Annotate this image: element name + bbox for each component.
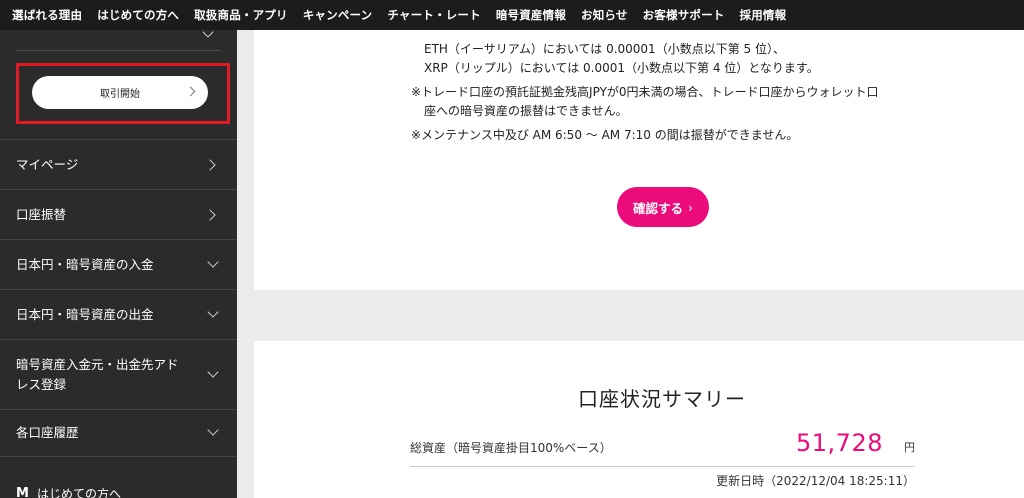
sidebar-item-history[interactable]: 各口座履歴 (0, 409, 237, 457)
sidebar-menu: マイページ 口座振替 日本円・暗号資産の入金 日本円・暗号資産の出金 暗号資産入… (0, 139, 237, 457)
sidebar-item-label: 日本円・暗号資産の入金 (16, 256, 154, 272)
xrp-note: XRP（リップル）においては 0.0001（小数点以下第 4 位）となります。 (424, 61, 819, 75)
sidebar-item-label: 暗号資産入金元・出金先アドレス登録 (16, 356, 179, 392)
divider (16, 50, 221, 51)
nav-item-reasons[interactable]: 選ばれる理由 (12, 7, 82, 23)
total-assets-label: 総資産（暗号資産掛目100%ベース） (410, 441, 612, 455)
chevron-right-icon (204, 208, 216, 221)
transfer-notes-panel: ETH（イーサリアム）においては 0.00001（小数点以下第 5 位）、 XR… (254, 30, 1024, 290)
trade-account-note-cont: 座への暗号資産の振替はできません。 (424, 104, 628, 118)
sidebar-item-mypage[interactable]: マイページ (0, 139, 237, 189)
trade-account-note: ※トレード口座の預託証拠金残高JPYが0円未満の場合、トレード口座からウォレット… (411, 85, 879, 99)
notes-block: ETH（イーサリアム）においては 0.00001（小数点以下第 5 位）、 XR… (411, 40, 951, 145)
total-assets-value: 51,728 (796, 429, 883, 457)
sidebar-item-withdrawal[interactable]: 日本円・暗号資産の出金 (0, 289, 237, 339)
sidebar-item-account-transfer[interactable]: 口座振替 (0, 189, 237, 239)
maintenance-note: ※メンテナンス中及び AM 6:50 〜 AM 7:10 の間は振替ができません… (411, 128, 799, 142)
nav-item-beginners[interactable]: はじめての方へ (97, 7, 179, 23)
sidebar-beginners-link[interactable]: M はじめての方へ (16, 485, 121, 498)
chevron-right-icon (204, 158, 216, 171)
total-assets-row: 総資産（暗号資産掛目100%ベース） 51,728 円 (410, 429, 915, 467)
start-trading-label: 取引開始 (100, 89, 140, 100)
sidebar-item-label: マイページ (16, 156, 79, 172)
top-nav: 選ばれる理由 はじめての方へ 取扱商品・アプリ キャンペーン チャート・レート … (0, 0, 1024, 30)
highlight-box: 取引開始 (16, 63, 230, 124)
confirm-button[interactable]: 確認する › (617, 187, 709, 227)
nav-item-careers[interactable]: 採用情報 (740, 7, 787, 23)
updated-timestamp: 更新日時（2022/12/04 18:25:11） (716, 474, 915, 488)
chevron-down-icon[interactable] (202, 30, 214, 38)
sidebar-item-label: 日本円・暗号資産の出金 (16, 306, 154, 322)
chevron-down-icon (207, 255, 219, 268)
sidebar-bottom-label: はじめての方へ (36, 487, 121, 498)
chevron-right-icon (185, 86, 196, 97)
nav-item-support[interactable]: お客様サポート (643, 7, 725, 23)
chevron-down-icon (207, 424, 219, 436)
sidebar-item-address-registration[interactable]: 暗号資産入金元・出金先アドレス登録 (0, 339, 237, 409)
confirm-button-label: 確認する (632, 200, 683, 216)
summary-title: 口座状況サマリー (578, 387, 746, 411)
nav-item-chart-rate[interactable]: チャート・レート (387, 7, 480, 23)
chevron-down-icon (207, 305, 219, 318)
sidebar-item-label: 各口座履歴 (16, 425, 79, 440)
total-assets-unit: 円 (904, 441, 915, 454)
nav-item-campaign[interactable]: キャンペーン (303, 7, 373, 23)
nav-item-crypto-info[interactable]: 暗号資産情報 (496, 7, 566, 23)
sidebar-item-label: 口座振替 (16, 206, 67, 222)
sidebar-item-deposit[interactable]: 日本円・暗号資産の入金 (0, 239, 237, 289)
chevron-right-icon: › (688, 199, 693, 215)
account-summary-panel: 口座状況サマリー 総資産（暗号資産掛目100%ベース） 51,728 円 更新日… (254, 341, 1024, 498)
sidebar: 取引開始 マイページ 口座振替 日本円・暗号資産の入金 日本円・暗号資産の出金 … (0, 30, 237, 498)
start-trading-button[interactable]: 取引開始 (32, 76, 208, 109)
nav-item-products[interactable]: 取扱商品・アプリ (194, 7, 288, 23)
eth-note: ETH（イーサリアム）においては 0.00001（小数点以下第 5 位）、 (424, 42, 785, 56)
brand-logo-icon: M (16, 486, 29, 498)
chevron-down-icon (207, 365, 219, 378)
nav-item-news[interactable]: お知らせ (581, 7, 628, 23)
